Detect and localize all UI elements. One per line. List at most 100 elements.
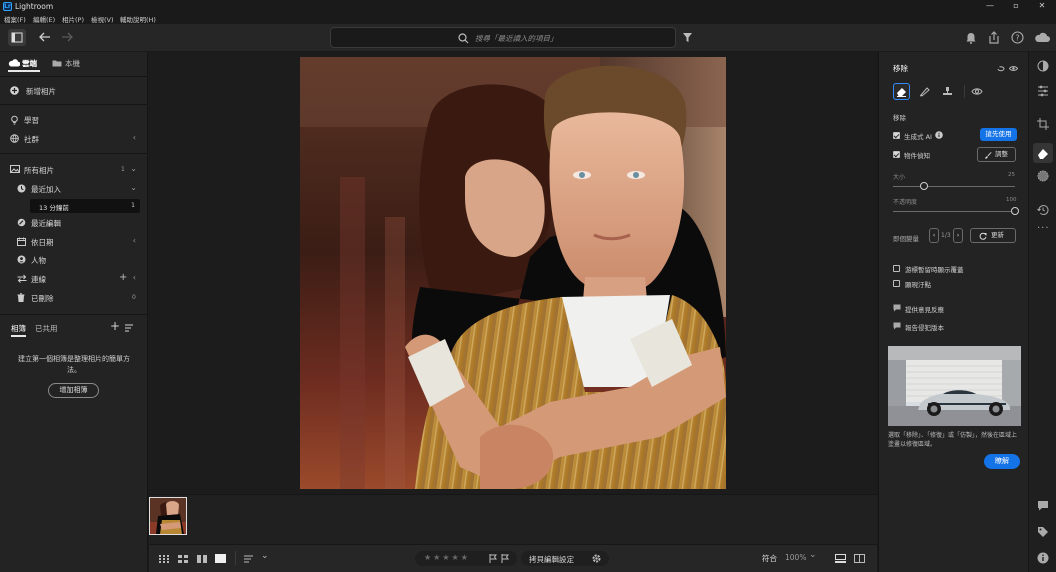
opacity-label: 不透明度 bbox=[893, 199, 918, 206]
previous-variation-button[interactable]: ‹ bbox=[929, 228, 939, 243]
calendar-icon bbox=[17, 237, 26, 246]
reject-flag-icon[interactable] bbox=[501, 554, 509, 563]
show-overlay-checkbox[interactable] bbox=[893, 265, 900, 272]
generative-ai-checkbox[interactable] bbox=[893, 132, 900, 139]
sort-lines-icon[interactable] bbox=[244, 555, 254, 563]
chevron-down-icon[interactable]: ⌄ bbox=[130, 183, 137, 192]
sidebar-item-people[interactable]: 人物 bbox=[0, 252, 148, 268]
thumbnail-image bbox=[150, 498, 186, 534]
healing-brush-icon[interactable] bbox=[919, 86, 930, 97]
deleted-count: 0 bbox=[132, 294, 136, 301]
sidebar-item-recently-edited[interactable]: 最近編輯 bbox=[0, 215, 148, 231]
remove-tool-button[interactable] bbox=[893, 83, 910, 100]
menu-view[interactable]: 檢視(V) bbox=[91, 14, 114, 24]
refresh-button[interactable]: 更新 bbox=[970, 228, 1016, 243]
search-placeholder: 搜尋「最近讀入的項目」 bbox=[475, 34, 558, 43]
feedback-link[interactable]: 提供意見反應 bbox=[905, 304, 944, 314]
add-album-button[interactable]: 增加相簿 bbox=[48, 383, 99, 398]
visualize-spots-checkbox[interactable] bbox=[893, 280, 900, 287]
sidebar-item-label: 社群 bbox=[24, 135, 39, 144]
eye-icon[interactable] bbox=[1009, 65, 1018, 72]
cloud-sync-button[interactable] bbox=[1034, 31, 1050, 43]
sidebar-item-by-date[interactable]: 依日期 ‹ bbox=[0, 234, 148, 250]
fit-zoom-button[interactable]: 符合 bbox=[762, 553, 777, 564]
filter-button[interactable] bbox=[682, 32, 693, 43]
learn-more-button[interactable]: 瞭解 bbox=[984, 454, 1020, 469]
adjust-button[interactable]: 調整 bbox=[977, 147, 1016, 162]
tab-albums[interactable]: 相簿 bbox=[11, 323, 26, 334]
search-field[interactable]: 搜尋「最近讀入的項目」 bbox=[330, 27, 676, 48]
copy-edit-settings-button[interactable]: 拷貝編輯設定 bbox=[529, 554, 574, 565]
menu-file[interactable]: 檔案(F) bbox=[4, 14, 26, 24]
sidebar-item-all-photos[interactable]: 所有相片 1 ⌄ bbox=[0, 162, 148, 178]
report-link[interactable]: 報告侵犯版本 bbox=[905, 322, 944, 332]
opacity-slider-knob[interactable] bbox=[1011, 207, 1019, 215]
main-photo[interactable] bbox=[300, 57, 726, 489]
sidebar-item-recent-import[interactable]: 13 分鐘前 1 bbox=[30, 199, 140, 213]
chevron-down-icon[interactable]: ⌄ bbox=[130, 164, 137, 173]
edit-sliders-icon[interactable] bbox=[1037, 85, 1049, 97]
before-after-icon[interactable] bbox=[854, 554, 865, 563]
show-filmstrip-icon[interactable] bbox=[835, 554, 846, 563]
next-variation-button[interactable]: › bbox=[953, 228, 963, 243]
sidebar-item-label: 連線 bbox=[31, 275, 46, 284]
size-slider[interactable] bbox=[893, 186, 1015, 187]
maximize-button[interactable]: ▫ bbox=[1004, 0, 1028, 13]
add-photos-label: 新增相片 bbox=[26, 87, 56, 96]
masking-icon[interactable] bbox=[1037, 170, 1049, 182]
tag-icon[interactable] bbox=[1037, 526, 1049, 538]
grid-small-icon[interactable] bbox=[159, 555, 169, 563]
menu-photo[interactable]: 相片(P) bbox=[62, 14, 84, 24]
size-slider-knob[interactable] bbox=[919, 182, 928, 190]
share-button[interactable] bbox=[988, 31, 1000, 44]
add-album-icon[interactable]: + bbox=[110, 319, 120, 333]
tab-local-label: 本機 bbox=[65, 59, 80, 68]
zoom-level[interactable]: 100% bbox=[785, 553, 806, 562]
refresh-button-label: 更新 bbox=[991, 231, 1004, 239]
presets-icon[interactable] bbox=[1037, 60, 1049, 72]
chevron-down-icon[interactable]: ⌄ bbox=[809, 550, 817, 560]
crop-icon[interactable] bbox=[1037, 118, 1049, 130]
visualize-spots-icon[interactable] bbox=[971, 86, 983, 97]
sort-icon[interactable] bbox=[125, 324, 135, 332]
brush-icon bbox=[985, 152, 992, 159]
trash-icon bbox=[17, 293, 25, 302]
opacity-slider[interactable] bbox=[893, 211, 1015, 212]
star-rating[interactable]: ★★★★★ bbox=[424, 553, 470, 562]
sidebar-item-connections[interactable]: 連線 + ‹ bbox=[0, 271, 148, 287]
history-icon[interactable] bbox=[1037, 204, 1049, 216]
close-window-button[interactable]: ✕ bbox=[1030, 0, 1054, 13]
sidebar-item-recently-added[interactable]: 最近加入 ⌄ bbox=[0, 181, 148, 197]
add-connection-icon[interactable]: + bbox=[119, 272, 127, 283]
menu-help[interactable]: 輔助說明(H) bbox=[120, 14, 156, 24]
recent-import-label: 13 分鐘前 bbox=[39, 204, 69, 212]
panel-toggle-button[interactable] bbox=[8, 29, 26, 46]
variation-counter: 1/3 bbox=[941, 232, 951, 239]
reset-icon[interactable] bbox=[997, 66, 1005, 72]
chevron-down-icon[interactable]: ⌄ bbox=[261, 551, 269, 561]
sidebar-item-community[interactable]: 社群 ‹ bbox=[0, 131, 148, 147]
single-view-icon[interactable] bbox=[215, 554, 226, 563]
info-icon[interactable] bbox=[1037, 552, 1049, 564]
minimize-button[interactable]: — bbox=[978, 0, 1002, 13]
add-photos-button[interactable]: 新增相片 bbox=[0, 83, 148, 99]
sidebar-item-learn[interactable]: 學習 bbox=[0, 112, 148, 128]
tab-shared[interactable]: 已共用 bbox=[35, 323, 58, 334]
remove-rail-button[interactable] bbox=[1033, 143, 1053, 163]
back-button[interactable] bbox=[38, 31, 52, 43]
gear-icon[interactable] bbox=[592, 554, 601, 563]
more-options-icon[interactable]: ··· bbox=[1037, 223, 1050, 234]
menu-edit[interactable]: 編輯(E) bbox=[33, 14, 55, 24]
object-aware-checkbox[interactable] bbox=[893, 151, 900, 158]
forward-button[interactable] bbox=[60, 31, 74, 43]
compare-icon[interactable] bbox=[197, 555, 207, 563]
filmstrip-thumbnail[interactable] bbox=[149, 497, 187, 535]
help-button[interactable]: ? bbox=[1011, 31, 1024, 44]
clone-stamp-icon[interactable] bbox=[942, 86, 953, 97]
grid-medium-icon[interactable] bbox=[178, 555, 188, 563]
flag-icon[interactable] bbox=[489, 554, 497, 563]
comments-icon[interactable] bbox=[1037, 500, 1049, 511]
notifications-button[interactable] bbox=[965, 32, 977, 44]
info-icon[interactable] bbox=[935, 131, 943, 139]
sidebar-item-deleted[interactable]: 已刪除 0 bbox=[0, 290, 148, 306]
